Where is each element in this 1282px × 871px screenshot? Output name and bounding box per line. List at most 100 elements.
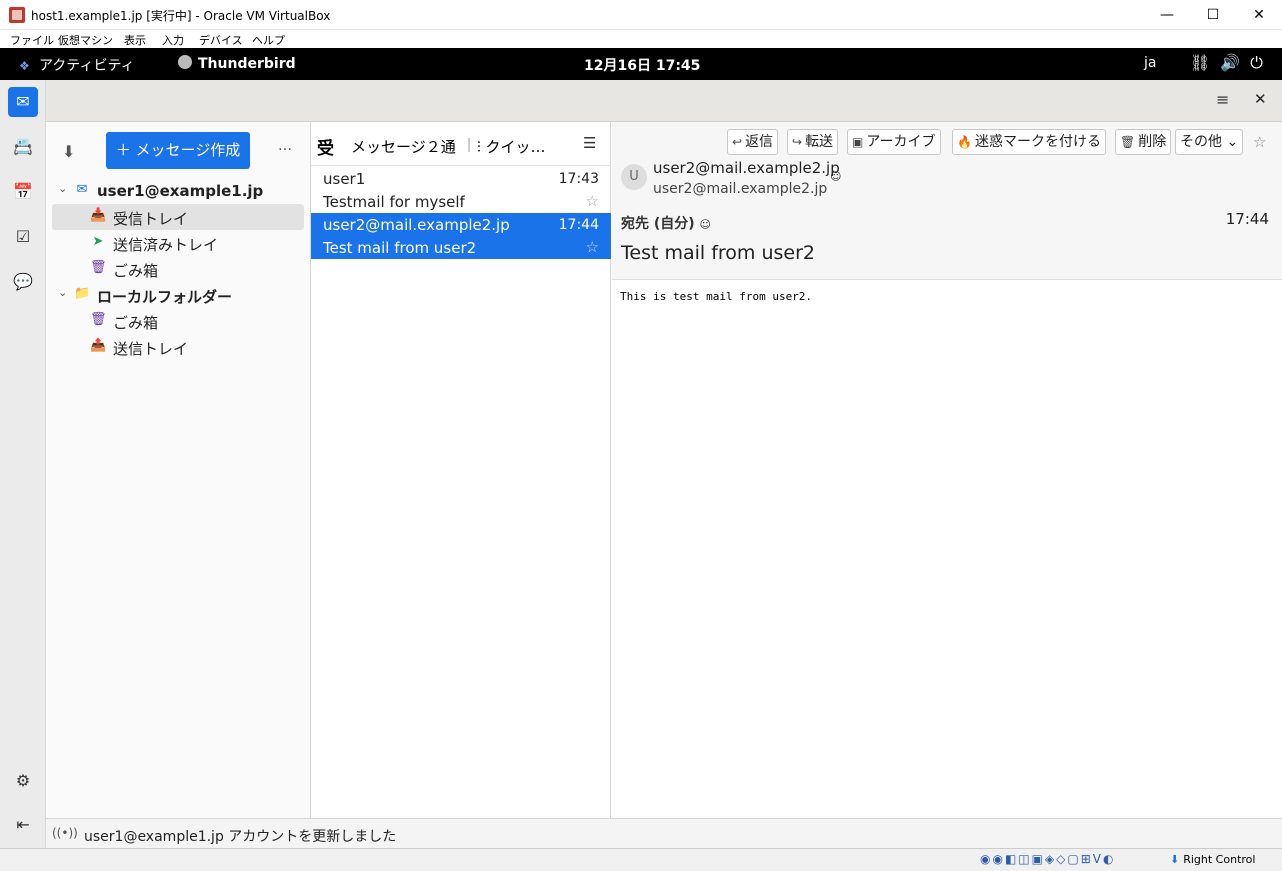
menu-devices[interactable]: デバイス xyxy=(199,32,243,48)
status-bar: ((•)) user1@example1.jp アカウントを更新しました xyxy=(46,818,1282,848)
message-row-selected[interactable]: user2@mail.example2.jp 17:44 Test mail f… xyxy=(311,213,611,259)
compose-button[interactable]: ＋ メッセージ作成 xyxy=(106,132,250,169)
sender-address[interactable]: user2@mail.example2.jp xyxy=(653,181,827,197)
chat-icon[interactable]: 💬 xyxy=(8,267,38,297)
recipient-line: 宛先 (自分) ☺ xyxy=(621,213,711,233)
folder-label: ごみ箱 xyxy=(113,314,159,332)
unified-toolbar: ≡ ✕ xyxy=(46,80,1282,122)
folder-icon: 📁 xyxy=(74,286,91,301)
more-button[interactable]: その他 ⌄ xyxy=(1175,129,1244,155)
star-icon[interactable]: ☆ xyxy=(586,238,599,256)
message-pane: ↩ 返信 ↪ 転送 ▣ アーカイブ 🔥 迷惑マークを付ける 🗑 削除 その他 ⌄ ☆ U … xyxy=(612,122,1282,818)
trash-icon: 🗑 xyxy=(90,260,107,275)
message-sender: user2@mail.example2.jp xyxy=(323,216,510,234)
folder-label: 送信トレイ xyxy=(113,340,189,358)
folder-name-glyph: 受 xyxy=(317,139,334,159)
message-time: 17:44 xyxy=(558,217,599,233)
calendar-icon[interactable]: 📅 xyxy=(8,177,38,207)
trash-icon: 🗑 xyxy=(90,312,107,327)
archive-icon: ▣ xyxy=(852,135,864,149)
app-menu[interactable]: Thunderbird xyxy=(178,55,296,72)
virtualbox-device-icons[interactable]: ◉◉◧◫▣◈◇▢⊞V◐ xyxy=(980,852,1115,866)
mail-icon[interactable]: ✉ xyxy=(8,87,38,117)
get-mail-icon[interactable]: ⬇ xyxy=(62,142,75,161)
folder-local-trash[interactable]: 🗑 ごみ箱 xyxy=(52,308,304,334)
activities-button[interactable]: ❖ アクティビティ xyxy=(19,55,135,75)
host-key-arrow-icon: ⬇ xyxy=(1170,853,1180,866)
reply-button[interactable]: ↩ 返信 xyxy=(727,129,779,155)
virtualbox-app-icon xyxy=(9,7,25,23)
star-icon[interactable]: ☆ xyxy=(586,192,599,210)
folder-local-folders[interactable]: ⌄ 📁 ローカルフォルダー xyxy=(52,282,304,308)
quick-filter-button[interactable]: ⫶ クイッ… xyxy=(477,136,546,157)
menu-help[interactable]: ヘルプ xyxy=(252,32,285,48)
input-language[interactable]: ja xyxy=(1144,55,1156,71)
status-text: user1@example1.jp アカウントを更新しました xyxy=(84,829,397,845)
avatar: U xyxy=(621,164,647,190)
chevron-down-icon[interactable]: ⌄ xyxy=(58,286,67,299)
forward-label: 転送 xyxy=(805,134,834,150)
forward-button[interactable]: ↪ 転送 xyxy=(787,129,839,155)
folder-inbox[interactable]: 📥 受信トレイ xyxy=(52,204,304,230)
gnome-top-bar: ❖ アクティビティ Thunderbird 12月16日 17:45 ja ⛓🔊⏻ xyxy=(0,48,1282,80)
message-count: メッセージ２通 xyxy=(351,138,456,156)
maximize-icon[interactable]: ☐ xyxy=(1190,0,1236,30)
menu-machine[interactable]: 仮想マシン xyxy=(58,32,113,48)
display-options-icon[interactable]: ☰ xyxy=(583,134,596,152)
message-sender: user1 xyxy=(323,170,366,188)
message-header: ↩ 返信 ↪ 転送 ▣ アーカイブ 🔥 迷惑マークを付ける 🗑 削除 その他 ⌄ ☆ U … xyxy=(612,122,1282,280)
folder-trash[interactable]: 🗑 ごみ箱 xyxy=(52,256,304,282)
folder-account-user1[interactable]: ⌄ ✉ user1@example1.jp xyxy=(52,178,304,204)
thread-pane-header: 受 メッセージ２通 ⫶ クイッ… ☰ xyxy=(311,122,611,166)
delete-label: 削除 xyxy=(1138,134,1167,150)
address-book-badge-icon[interactable]: ☺ xyxy=(830,170,841,183)
tasks-icon[interactable]: ☑ xyxy=(8,222,38,252)
window-title-bar: host1.example1.jp [実行中] - Oracle VM Virt… xyxy=(0,0,1282,30)
message-date: 17:44 xyxy=(1225,210,1269,228)
online-status-icon[interactable]: ((•)) xyxy=(52,826,78,840)
settings-icon[interactable]: ⚙ xyxy=(8,766,38,796)
folder-label: ローカルフォルダー xyxy=(97,288,233,306)
thunderbird-icon xyxy=(178,55,192,69)
folder-sent[interactable]: ➤ 送信済みトレイ xyxy=(52,230,304,256)
sender-name[interactable]: user2@mail.example2.jp xyxy=(653,159,840,177)
menu-file[interactable]: ファイル xyxy=(10,32,54,48)
message-body: This is test mail from user2. xyxy=(620,290,813,303)
minimize-icon[interactable]: — xyxy=(1144,0,1190,30)
account-mail-icon: ✉ xyxy=(76,182,88,197)
gnome-logo-icon: ❖ xyxy=(19,59,30,73)
message-subject: Test mail from user2 xyxy=(323,239,477,257)
message-time: 17:43 xyxy=(558,171,599,187)
close-icon[interactable]: ✕ xyxy=(1236,0,1282,30)
app-menu-label: Thunderbird xyxy=(198,56,296,72)
folder-label: ごみ箱 xyxy=(113,262,159,280)
star-icon[interactable]: ☆ xyxy=(1253,133,1266,151)
menu-view[interactable]: 表示 xyxy=(124,32,146,48)
collapse-spaces-icon[interactable]: ⇤ xyxy=(8,810,38,840)
reply-icon: ↩ xyxy=(732,135,743,149)
address-book-icon[interactable]: 📇 xyxy=(8,132,38,162)
system-tray[interactable]: ⛓🔊⏻ xyxy=(1190,53,1273,73)
junk-button[interactable]: 🔥 迷惑マークを付ける xyxy=(952,129,1106,155)
window-title: host1.example1.jp [実行中] - Oracle VM Virt… xyxy=(31,9,331,23)
app-menu-icon[interactable]: ≡ xyxy=(1216,90,1229,109)
folder-pane: ⬇ ＋ メッセージ作成 … ⌄ ✉ user1@example1.jp 📥 受信… xyxy=(46,122,311,818)
chevron-down-icon[interactable]: ⌄ xyxy=(58,182,67,195)
folder-label: 受信トレイ xyxy=(113,210,189,228)
delete-button[interactable]: 🗑 削除 xyxy=(1115,129,1172,155)
archive-button[interactable]: ▣ アーカイブ xyxy=(847,129,941,155)
folder-label: 送信済みトレイ xyxy=(113,236,219,254)
host-key-indicator: ⬇ Right Control xyxy=(1170,853,1255,866)
address-book-badge-icon[interactable]: ☺ xyxy=(700,218,711,231)
thread-pane: 受 メッセージ２通 ⫶ クイッ… ☰ user1 17:43 Testmail … xyxy=(311,122,611,818)
message-row[interactable]: user1 17:43 Testmail for myself ☆ xyxy=(311,167,611,213)
virtualbox-status-bar: ◉◉◧◫▣◈◇▢⊞V◐ ⬇ Right Control xyxy=(0,848,1282,871)
folder-pane-more-icon[interactable]: … xyxy=(278,138,292,154)
folder-outbox[interactable]: 📤 送信トレイ xyxy=(52,334,304,360)
message-subject: Testmail for myself xyxy=(323,193,465,211)
close-tab-icon[interactable]: ✕ xyxy=(1254,90,1267,108)
sent-icon: ➤ xyxy=(92,234,104,249)
inbox-icon: 📥 xyxy=(90,208,107,223)
clock[interactable]: 12月16日 17:45 xyxy=(584,55,700,75)
menu-input[interactable]: 入力 xyxy=(162,32,184,48)
